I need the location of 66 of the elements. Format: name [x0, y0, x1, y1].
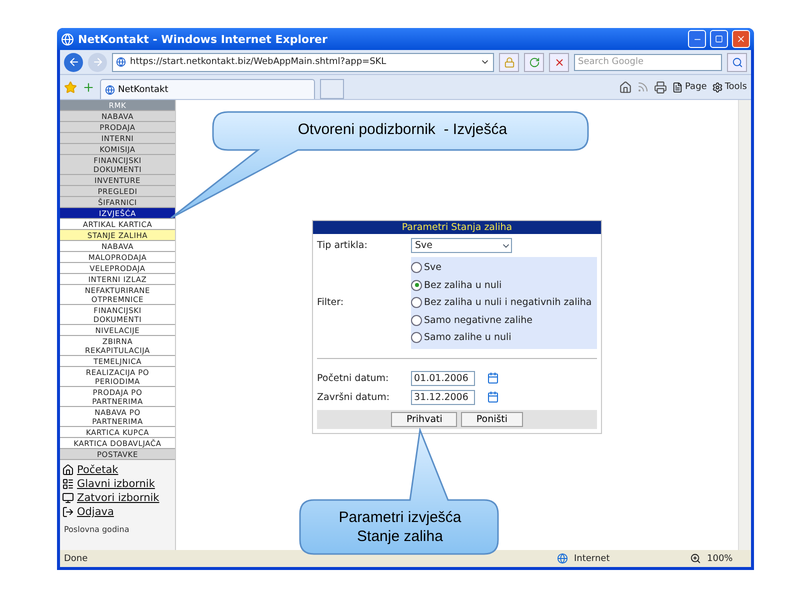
arrow-right-icon — [92, 56, 104, 68]
radio-option[interactable]: Samo zalihe u nuli — [411, 329, 597, 346]
date-field[interactable]: 31.12.2006 — [411, 390, 475, 404]
field-label: Završni datum: — [317, 392, 391, 402]
browser-tab[interactable]: NetKontakt — [100, 79, 315, 99]
refresh-button[interactable] — [524, 52, 544, 72]
command-menu[interactable]: Tools — [712, 82, 747, 92]
sidebar-link[interactable]: Zatvori izbornik — [62, 492, 173, 504]
arrow-left-icon — [68, 56, 80, 68]
minimize-button[interactable] — [688, 30, 706, 48]
search-button[interactable] — [727, 52, 747, 72]
dialog-title: Parametri Stanja zaliha — [313, 221, 601, 234]
field-label: Filter: — [317, 297, 345, 308]
callout-text: Otvoreni podizbornik - Izvješća — [296, 120, 508, 139]
field-label: Tip artikla: — [317, 240, 368, 251]
print-icon[interactable] — [654, 80, 668, 94]
command-menu[interactable]: Page — [672, 82, 707, 92]
form-button[interactable]: Poništi — [461, 412, 523, 426]
radio-button[interactable] — [411, 297, 422, 308]
radio-button[interactable] — [411, 332, 422, 344]
sidebar-link[interactable]: Glavni izbornik — [62, 478, 173, 490]
sidebar-link[interactable]: Odjava — [62, 506, 173, 518]
maximize-icon — [715, 35, 723, 43]
close-button[interactable] — [732, 30, 750, 48]
add-favorite-icon[interactable] — [82, 80, 95, 94]
close-icon — [736, 34, 746, 44]
radio-button[interactable] — [411, 262, 422, 274]
monitor-icon — [62, 492, 74, 504]
back-button[interactable] — [64, 52, 83, 72]
refresh-icon — [528, 56, 540, 68]
footer-label: Poslovna godina — [63, 524, 130, 534]
radio-option[interactable]: Sve — [411, 259, 597, 276]
radio-button[interactable] — [411, 280, 422, 291]
gear-icon — [712, 82, 723, 92]
calendar-icon[interactable] — [487, 391, 499, 403]
sidebar-link[interactable]: Početak — [62, 464, 173, 476]
zoom-level[interactable]: 100% — [707, 554, 747, 564]
maximize-button[interactable] — [710, 30, 728, 48]
lock-icon — [504, 56, 514, 68]
list-icon — [62, 478, 74, 490]
search-icon — [732, 56, 742, 68]
stop-button[interactable] — [549, 52, 569, 72]
globe-icon — [116, 57, 126, 67]
search-field[interactable]: Search Google — [574, 54, 722, 70]
globe-icon — [557, 553, 568, 564]
star-icon[interactable] — [64, 80, 77, 94]
zone-label: Internet — [574, 554, 611, 564]
radio-option[interactable]: Bez zaliha u nuli i negativnih zaliha — [411, 294, 597, 312]
house-icon — [62, 464, 74, 476]
page-icon — [672, 82, 684, 92]
date-field[interactable]: 01.01.2006 — [411, 370, 475, 386]
radio-option[interactable]: Samo negativne zalihe — [411, 312, 597, 329]
callout-text: Parametri izvješća Stanje zaliha — [338, 508, 462, 546]
radio-option[interactable]: Bez zaliha u nuli — [411, 276, 597, 294]
calendar-icon[interactable] — [487, 372, 499, 384]
zoom-icon[interactable] — [690, 553, 701, 564]
field-label: Početni datum: — [317, 372, 390, 384]
type-select[interactable]: Sve — [411, 238, 512, 253]
home-icon[interactable] — [619, 80, 632, 94]
window-title: NetKontakt - Windows Internet Explorer — [78, 32, 328, 46]
radio-button[interactable] — [411, 314, 422, 326]
close-icon — [554, 56, 564, 68]
form-button[interactable]: Prihvati — [391, 412, 458, 426]
globe-icon — [105, 84, 115, 94]
exit-icon — [62, 506, 74, 518]
status-text: Done — [64, 554, 89, 564]
